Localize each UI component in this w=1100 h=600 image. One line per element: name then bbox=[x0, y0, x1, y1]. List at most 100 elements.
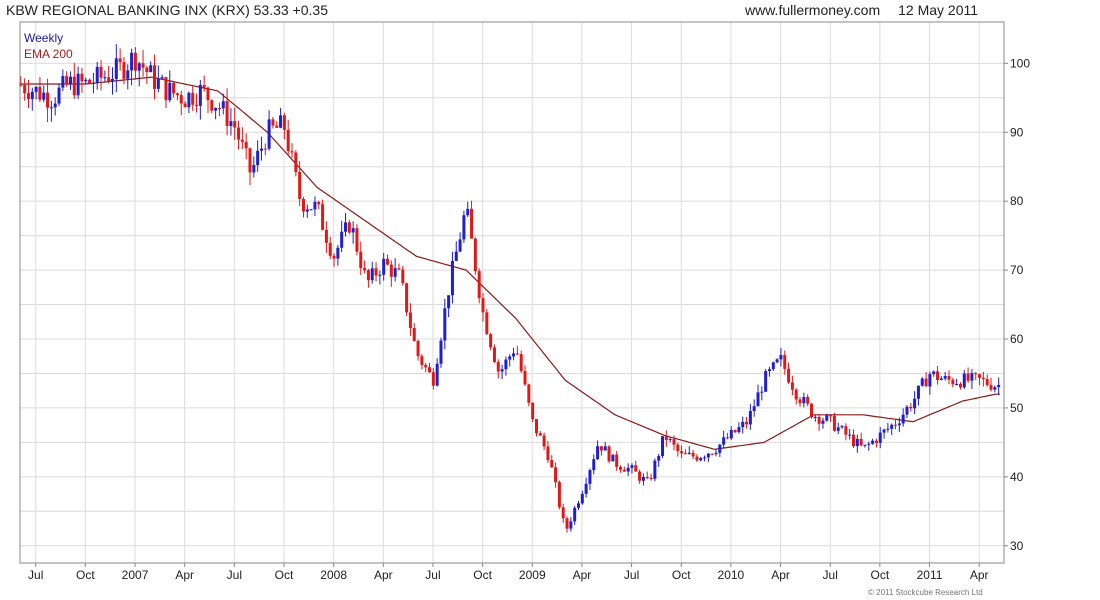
candle-body bbox=[103, 77, 107, 79]
x-axis: Jul Oct 2007 Apr Jul Oct 2008 Apr Jul Oct 2009 Apr J… bbox=[28, 563, 989, 582]
candle-body bbox=[84, 79, 88, 82]
candle-body bbox=[905, 406, 909, 415]
candle-body bbox=[481, 298, 485, 313]
candle-body bbox=[91, 83, 95, 85]
candle-body bbox=[267, 119, 271, 149]
candle-body bbox=[496, 361, 500, 372]
candle-body bbox=[886, 428, 890, 430]
candle-body bbox=[695, 456, 699, 461]
candle-body bbox=[271, 119, 275, 126]
candle-body bbox=[622, 469, 626, 472]
candle-body bbox=[504, 359, 508, 370]
y-tick-label: 40 bbox=[1010, 470, 1024, 484]
candle-body bbox=[809, 403, 813, 418]
candle-body bbox=[221, 101, 225, 109]
candle-body bbox=[363, 268, 367, 271]
x-tick-label: Oct bbox=[672, 568, 691, 582]
candle-body bbox=[248, 148, 252, 173]
candle-body bbox=[638, 471, 642, 481]
candle-body bbox=[745, 421, 749, 425]
candle-body bbox=[855, 438, 859, 447]
candle-body bbox=[110, 78, 114, 82]
candle-body bbox=[924, 378, 928, 387]
candle-body bbox=[412, 328, 416, 342]
x-tick-label: 2010 bbox=[718, 568, 745, 582]
candle-body bbox=[99, 66, 103, 78]
x-tick-label: 2011 bbox=[917, 568, 943, 582]
candle-body bbox=[882, 429, 886, 433]
candle-body bbox=[790, 382, 794, 390]
candle-body bbox=[359, 251, 363, 269]
candle-body bbox=[970, 373, 974, 381]
candle-body bbox=[68, 76, 72, 85]
candle-body bbox=[343, 222, 347, 232]
candle-body bbox=[336, 247, 340, 259]
candle-body bbox=[195, 104, 199, 106]
candle-body bbox=[141, 63, 145, 68]
candle-body bbox=[989, 384, 993, 390]
candle-body bbox=[26, 93, 30, 100]
candle-body bbox=[298, 172, 302, 199]
candle-body bbox=[645, 477, 649, 479]
candle-body bbox=[569, 521, 573, 529]
candle-body bbox=[901, 414, 905, 424]
grid bbox=[20, 22, 1004, 563]
candle-body bbox=[351, 228, 355, 233]
candle-body bbox=[981, 377, 985, 379]
candle-body bbox=[920, 378, 924, 386]
candle-body bbox=[947, 376, 951, 380]
x-tick-label: 2007 bbox=[122, 568, 149, 582]
candle-body bbox=[565, 518, 569, 529]
candle-body bbox=[519, 354, 523, 372]
candle-body bbox=[206, 87, 210, 101]
candle-body bbox=[852, 434, 856, 447]
candle-body bbox=[936, 371, 940, 380]
candle-body bbox=[588, 470, 592, 484]
candle-body bbox=[492, 347, 496, 362]
x-tick-label: Jul bbox=[624, 568, 639, 582]
candle-body bbox=[546, 446, 550, 461]
candle-body bbox=[202, 84, 206, 88]
candle-body bbox=[164, 77, 168, 101]
candle-body bbox=[489, 334, 493, 348]
candle-body bbox=[668, 439, 672, 441]
candle-body bbox=[894, 424, 898, 426]
y-tick-label: 90 bbox=[1010, 125, 1024, 139]
candle-body bbox=[122, 62, 126, 79]
candle-body bbox=[175, 93, 179, 96]
candle-body bbox=[30, 91, 34, 100]
candle-body bbox=[844, 426, 848, 435]
candle-body bbox=[405, 283, 409, 313]
candle-body bbox=[237, 127, 241, 140]
candle-body bbox=[450, 260, 454, 296]
candle-body bbox=[447, 295, 451, 309]
candle-body bbox=[431, 372, 435, 386]
x-tick-label: Apr bbox=[175, 568, 194, 582]
candle-body bbox=[741, 421, 745, 428]
y-tick-label: 30 bbox=[1010, 539, 1024, 553]
candle-body bbox=[324, 229, 328, 243]
candle-body bbox=[301, 198, 305, 212]
candle-body bbox=[802, 396, 806, 404]
candle-body bbox=[355, 228, 359, 252]
candle-body bbox=[798, 399, 802, 404]
candle-body bbox=[737, 427, 741, 433]
candle-body bbox=[657, 455, 661, 461]
candle-body bbox=[653, 460, 657, 479]
candle-body bbox=[897, 423, 901, 426]
x-tick-label: Jul bbox=[28, 568, 43, 582]
candle-body bbox=[748, 410, 752, 425]
candle-body bbox=[557, 482, 561, 508]
candle-body bbox=[397, 268, 401, 270]
candle-body bbox=[787, 368, 791, 383]
candle-body bbox=[729, 429, 733, 439]
candle-body bbox=[309, 209, 313, 211]
candle-body bbox=[168, 82, 172, 101]
candle-body bbox=[370, 268, 374, 281]
candle-body bbox=[817, 416, 821, 424]
candle-body bbox=[966, 373, 970, 381]
candle-body bbox=[401, 269, 405, 284]
candle-body bbox=[615, 454, 619, 467]
candle-body bbox=[714, 452, 718, 455]
x-tick-label: 2008 bbox=[320, 568, 347, 582]
